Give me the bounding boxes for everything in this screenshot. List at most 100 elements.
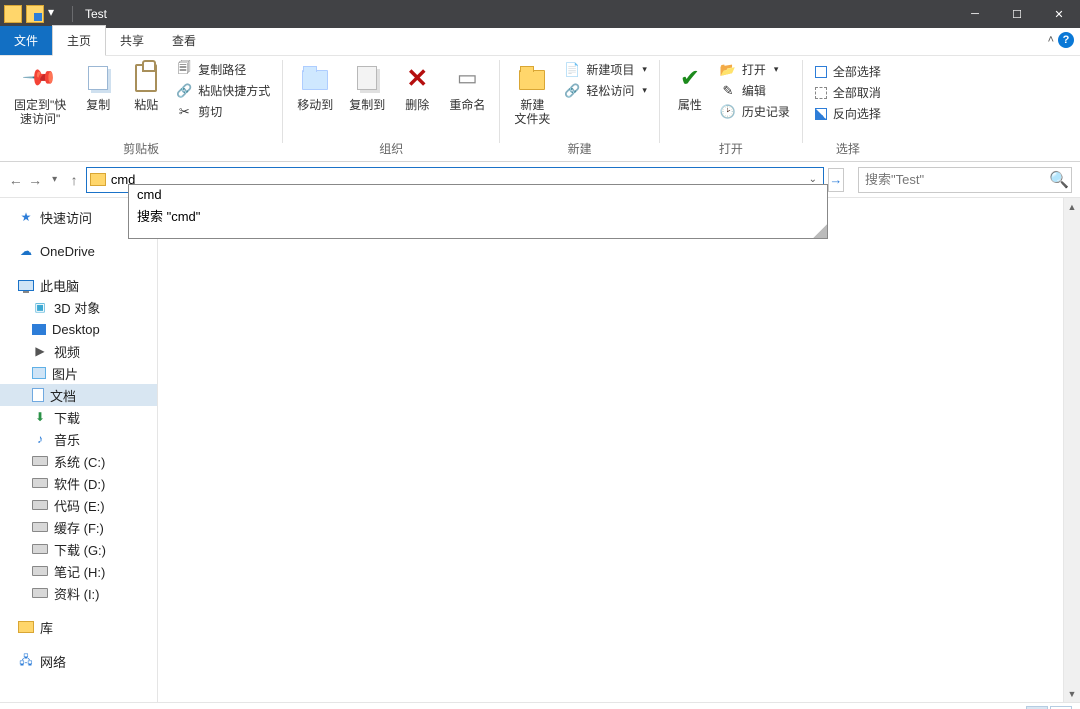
invert-selection-icon	[815, 108, 827, 120]
open-icon: 📂	[720, 62, 736, 78]
copy-label: 复制	[86, 98, 110, 112]
new-folder-label: 新建 文件夹	[514, 98, 550, 126]
qat-separator	[72, 6, 73, 22]
sidebar-item-this-pc[interactable]: 此电脑	[0, 274, 157, 296]
sidebar-item-drive-g[interactable]: 下载 (G:)	[0, 538, 157, 560]
cut-label: 剪切	[198, 103, 222, 120]
group-select-label: 选择	[809, 138, 887, 161]
select-all-button[interactable]: 全部选择	[809, 62, 887, 81]
vertical-scrollbar[interactable]: ▲ ▼	[1063, 198, 1080, 702]
properties-label: 属性	[678, 98, 702, 112]
copy-icon	[82, 62, 114, 94]
network-icon: 🖧	[18, 654, 34, 668]
sidebar-item-drive-i[interactable]: 资料 (I:)	[0, 582, 157, 604]
copy-path-button[interactable]: 🗐复制路径	[170, 60, 276, 79]
tab-file[interactable]: 文件	[0, 26, 52, 55]
paste-shortcut-button[interactable]: 🔗粘贴快捷方式	[170, 81, 276, 100]
cut-button[interactable]: ✂剪切	[170, 102, 276, 121]
scroll-up-button[interactable]: ▲	[1064, 198, 1080, 215]
sidebar-item-downloads[interactable]: ⬇下载	[0, 406, 157, 428]
minimize-button[interactable]: ─	[954, 0, 996, 28]
status-bar: 1 个项目	[0, 702, 1080, 709]
address-folder-icon	[87, 173, 109, 186]
qat-folder-dropdown-icon[interactable]: ▾	[48, 5, 66, 23]
qat-folder-icon[interactable]	[4, 5, 22, 23]
rename-label: 重命名	[449, 98, 485, 112]
tab-home[interactable]: 主页	[52, 25, 106, 56]
sidebar-item-drive-e[interactable]: 代码 (E:)	[0, 494, 157, 516]
copy-button[interactable]: 复制	[74, 58, 122, 112]
ribbon-tabs: 文件 主页 共享 查看 ˄ ?	[0, 28, 1080, 56]
easy-access-label: 轻松访问	[586, 82, 634, 99]
pin-to-quick-access-button[interactable]: 📌 固定到"快 速访问"	[6, 58, 74, 126]
ribbon-collapse-icon[interactable]: ˄	[1048, 34, 1054, 46]
sidebar-item-desktop[interactable]: Desktop	[0, 318, 157, 340]
select-none-label: 全部取消	[833, 84, 881, 101]
properties-button[interactable]: ✔属性	[666, 58, 714, 112]
drive-icon	[32, 500, 48, 510]
sidebar-item-drive-c[interactable]: 系统 (C:)	[0, 450, 157, 472]
autocomplete-item[interactable]: 搜索 "cmd"	[129, 204, 827, 227]
pin-icon: 📌	[17, 55, 62, 100]
back-button[interactable]: ←	[8, 168, 23, 192]
sidebar-item-pictures[interactable]: 图片	[0, 362, 157, 384]
sidebar-this-pc-label: 此电脑	[40, 276, 79, 295]
paste-button[interactable]: 粘贴	[122, 58, 170, 112]
move-to-button[interactable]: 移动到	[289, 58, 341, 112]
delete-label: 删除	[405, 98, 429, 112]
rename-button[interactable]: ▭重命名	[441, 58, 493, 112]
maximize-button[interactable]: ☐	[996, 0, 1038, 28]
sidebar-item-onedrive[interactable]: ☁OneDrive	[0, 240, 157, 262]
title-bar: ▾ Test ─ ☐ ✕	[0, 0, 1080, 28]
open-button[interactable]: 📂打开▾	[714, 60, 796, 79]
sidebar-quick-access-label: 快速访问	[40, 208, 92, 227]
delete-button[interactable]: ✕删除	[393, 58, 441, 112]
recent-locations-button[interactable]: ▾	[47, 168, 62, 192]
invert-selection-button[interactable]: 反向选择	[809, 104, 887, 123]
search-icon[interactable]: 🔍	[1047, 170, 1071, 190]
up-button[interactable]: ↑	[66, 168, 81, 192]
sidebar-item-documents[interactable]: 文档	[0, 384, 157, 406]
file-list-area[interactable]: ▲ ▼	[158, 198, 1080, 702]
drive-icon	[32, 588, 48, 598]
qat-folder-selected-icon[interactable]	[26, 5, 44, 23]
search-box[interactable]: 🔍	[858, 167, 1072, 193]
desktop-icon	[32, 324, 46, 335]
sidebar-item-libraries[interactable]: 库	[0, 616, 157, 638]
edit-button[interactable]: ✎编辑	[714, 81, 796, 100]
easy-access-button[interactable]: 🔗轻松访问▾	[558, 81, 653, 100]
search-input[interactable]	[859, 172, 1047, 187]
tab-view[interactable]: 查看	[158, 26, 210, 55]
sidebar-item-network[interactable]: 🖧网络	[0, 650, 157, 672]
forward-button[interactable]: →	[27, 168, 42, 192]
copy-path-icon: 🗐	[176, 62, 192, 78]
sidebar-item-drive-h[interactable]: 笔记 (H:)	[0, 560, 157, 582]
copy-to-label: 复制到	[349, 98, 385, 112]
go-button[interactable]: →	[828, 168, 844, 192]
sidebar-item-3d-objects[interactable]: ▣3D 对象	[0, 296, 157, 318]
invert-selection-label: 反向选择	[833, 105, 881, 122]
help-icon[interactable]: ?	[1058, 32, 1074, 48]
drive-icon	[32, 478, 48, 488]
paste-label: 粘贴	[134, 98, 158, 112]
sidebar-item-drive-d[interactable]: 软件 (D:)	[0, 472, 157, 494]
tab-share[interactable]: 共享	[106, 26, 158, 55]
select-none-button[interactable]: 全部取消	[809, 83, 887, 102]
sidebar-item-drive-f[interactable]: 缓存 (F:)	[0, 516, 157, 538]
close-button[interactable]: ✕	[1038, 0, 1080, 28]
open-label: 打开	[742, 61, 766, 78]
history-button[interactable]: 🕑历史记录	[714, 102, 796, 121]
new-folder-button[interactable]: 新建 文件夹	[506, 58, 558, 126]
select-all-label: 全部选择	[833, 63, 881, 80]
pc-icon	[18, 280, 34, 291]
star-icon: ★	[18, 210, 34, 224]
new-item-button[interactable]: 📄新建项目▾	[558, 60, 653, 79]
scroll-down-button[interactable]: ▼	[1064, 685, 1080, 702]
autocomplete-item[interactable]: cmd	[129, 185, 827, 204]
chevron-down-icon: ▾	[642, 64, 647, 75]
copy-to-button[interactable]: 复制到	[341, 58, 393, 112]
sidebar-item-videos[interactable]: ▶视频	[0, 340, 157, 362]
sidebar-item-music[interactable]: ♪音乐	[0, 428, 157, 450]
document-icon	[32, 388, 44, 402]
group-clipboard: 📌 固定到"快 速访问" 复制 粘贴 🗐复制路径 🔗粘贴快捷方式 ✂剪切 剪贴板	[0, 56, 282, 161]
